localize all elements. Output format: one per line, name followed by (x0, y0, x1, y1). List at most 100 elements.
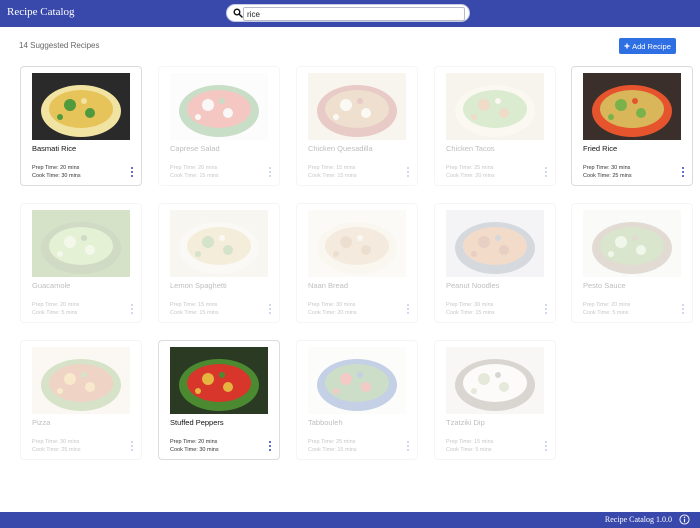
recipe-photo (446, 210, 544, 277)
recipe-prep-time: Prep Time: 30 mins (583, 165, 631, 171)
plus-icon (624, 43, 630, 49)
recipe-cook-time: Cook Time: 25 mins (583, 173, 632, 179)
recipe-prep-time: Prep Time: 25 mins (446, 165, 494, 171)
more-vert-icon[interactable] (405, 166, 411, 178)
recipe-card[interactable]: Caprese Salad Prep Time: 20 mins Cook Time… (158, 66, 280, 186)
add-recipe-button[interactable]: Add Recipe (619, 38, 676, 54)
recipe-card[interactable]: Chicken Quesadilla Prep Time: 15 mins Cook… (296, 66, 418, 186)
search-input[interactable] (243, 7, 465, 21)
recipe-cook-time: Cook Time: 30 mins (32, 173, 81, 179)
recipe-photo-image (308, 210, 406, 277)
recipe-prep-time: Prep Time: 15 mins (170, 302, 218, 308)
recipe-name: Chicken Tacos (446, 144, 495, 153)
recipe-cook-time: Cook Time: 15 mins (446, 310, 495, 316)
more-vert-icon[interactable] (680, 303, 686, 315)
recipe-photo (170, 210, 268, 277)
recipe-name: Caprese Salad (170, 144, 220, 153)
recipe-prep-time: Prep Time: 30 mins (32, 439, 80, 445)
recipe-photo (583, 73, 681, 140)
recipe-photo-image (170, 73, 268, 140)
recipe-photo (308, 210, 406, 277)
recipe-card[interactable]: Peanut Noodles Prep Time: 30 mins Cook Tim… (434, 203, 556, 323)
more-vert-icon[interactable] (267, 440, 273, 452)
more-vert-icon[interactable] (543, 440, 549, 452)
recipe-cook-time: Cook Time: 15 mins (308, 173, 357, 179)
recipe-photo-image (32, 73, 130, 140)
recipe-photo (446, 347, 544, 414)
recipe-card[interactable]: Pizza Prep Time: 30 mins Cook Time: 25 min… (20, 340, 142, 460)
recipe-photo (170, 73, 268, 140)
recipe-photo-image (308, 347, 406, 414)
recipe-photo-image (308, 73, 406, 140)
recipe-card[interactable]: Stuffed Peppers Prep Time: 20 mins Cook Ti… (158, 340, 280, 460)
recipe-photo-image (170, 347, 268, 414)
recipe-name: Peanut Noodles (446, 281, 500, 290)
recipe-photo (446, 73, 544, 140)
recipe-cook-time: Cook Time: 15 mins (170, 173, 219, 179)
recipe-card[interactable]: Tzatziki Dip Prep Time: 15 mins Cook Time:… (434, 340, 556, 460)
recipe-card[interactable]: Lemon Spaghetti Prep Time: 15 mins Cook Ti… (158, 203, 280, 323)
recipe-card[interactable]: Basmati Rice Prep Time: 20 mins Cook Time:… (20, 66, 142, 186)
recipe-prep-time: Prep Time: 20 mins (32, 302, 80, 308)
recipe-name: Naan Bread (308, 281, 349, 290)
more-vert-icon[interactable] (267, 166, 273, 178)
recipe-name: Chicken Quesadilla (308, 144, 373, 153)
more-vert-icon[interactable] (405, 440, 411, 452)
recipe-name: Lemon Spaghetti (170, 281, 227, 290)
recipe-cook-time: Cook Time: 15 mins (170, 310, 219, 316)
recipe-name: Tabbouleh (308, 418, 343, 427)
recipe-photo-image (170, 210, 268, 277)
recipe-card[interactable]: Chicken Tacos Prep Time: 25 mins Cook Time… (434, 66, 556, 186)
recipe-name: Pizza (32, 418, 51, 427)
recipe-prep-time: Prep Time: 20 mins (583, 302, 631, 308)
recipe-name: Stuffed Peppers (170, 418, 224, 427)
recipe-cook-time: Cook Time: 15 mins (308, 447, 357, 453)
more-vert-icon[interactable] (129, 166, 135, 178)
recipe-name: Fried Rice (583, 144, 618, 153)
app-footer: Recipe Catalog 1.0.0 (0, 512, 700, 528)
app-title: Recipe Catalog (7, 6, 75, 18)
more-vert-icon[interactable] (543, 166, 549, 178)
recipe-photo-image (446, 73, 544, 140)
more-vert-icon[interactable] (267, 303, 273, 315)
info-icon[interactable] (679, 514, 690, 525)
recipe-prep-time: Prep Time: 30 mins (446, 302, 494, 308)
recipe-card[interactable]: Tabbouleh Prep Time: 25 mins Cook Time: 15… (296, 340, 418, 460)
recipe-prep-time: Prep Time: 20 mins (170, 165, 218, 171)
more-vert-icon[interactable] (129, 440, 135, 452)
recipe-cook-time: Cook Time: 30 mins (170, 447, 219, 453)
recipe-card[interactable]: Fried Rice Prep Time: 30 mins Cook Time: 2… (571, 66, 693, 186)
recipe-prep-time: Prep Time: 30 mins (308, 302, 356, 308)
recipe-prep-time: Prep Time: 25 mins (308, 439, 356, 445)
more-vert-icon[interactable] (543, 303, 549, 315)
more-vert-icon[interactable] (405, 303, 411, 315)
recipe-prep-time: Prep Time: 15 mins (446, 439, 494, 445)
search-bar[interactable] (226, 4, 470, 22)
recipe-name: Basmati Rice (32, 144, 77, 153)
recipe-card[interactable]: Naan Bread Prep Time: 30 mins Cook Time: 2… (296, 203, 418, 323)
recipe-photo (308, 347, 406, 414)
recipe-photo (583, 210, 681, 277)
recipe-name: Guacamole (32, 281, 71, 290)
recipe-cook-time: Cook Time: 20 mins (308, 310, 357, 316)
recipe-photo (170, 347, 268, 414)
search-icon (233, 8, 243, 18)
recipe-name: Pesto Sauce (583, 281, 626, 290)
recipe-photo-image (446, 210, 544, 277)
more-vert-icon[interactable] (129, 303, 135, 315)
recipe-photo (308, 73, 406, 140)
recipe-photo-image (32, 347, 130, 414)
app-header: Recipe Catalog (0, 0, 700, 27)
recipe-photo (32, 347, 130, 414)
recipe-prep-time: Prep Time: 20 mins (32, 165, 80, 171)
more-vert-icon[interactable] (680, 166, 686, 178)
recipe-photo (32, 210, 130, 277)
recipe-count: 14 Suggested Recipes (19, 41, 100, 50)
recipe-prep-time: Prep Time: 15 mins (308, 165, 356, 171)
recipe-photo (32, 73, 130, 140)
recipe-card[interactable]: Pesto Sauce Prep Time: 20 mins Cook Time: … (571, 203, 693, 323)
recipe-cook-time: Cook Time: 5 mins (583, 310, 629, 316)
recipe-photo-image (446, 347, 544, 414)
recipe-cook-time: Cook Time: 20 mins (446, 173, 495, 179)
recipe-card[interactable]: Guacamole Prep Time: 20 mins Cook Time: 5 … (20, 203, 142, 323)
